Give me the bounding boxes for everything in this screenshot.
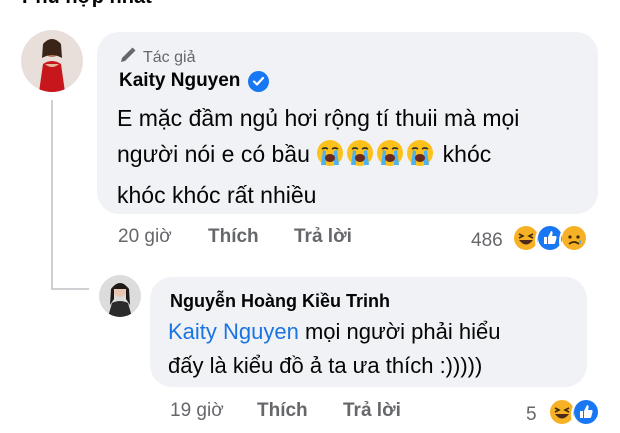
comment-text: E mặc đầm ngủ hơi rộng tí thuii mà mọi n… [117, 100, 587, 213]
pencil-icon [119, 46, 137, 69]
sad-emoji-icon [558, 223, 589, 259]
reply-timestamp[interactable]: 19 giờ [170, 400, 257, 422]
author-badge-label: Tác giả [143, 48, 196, 66]
reply-button[interactable]: Trả lời [294, 226, 352, 248]
comment-bubble: Tác giả Kaity Nguyen E mặc đầm ngủ hơi r… [97, 32, 598, 214]
reply-bubble: Nguyễn Hoàng Kiều Trinh Kaity Nguyen mọi… [150, 277, 587, 387]
comment-actions: 20 giờ Thích Trả lời [118, 226, 352, 248]
reply-reaction-icons[interactable] [546, 397, 601, 433]
comment-reactions[interactable]: 486 [471, 223, 589, 259]
comment-author-name[interactable]: Kaity Nguyen [119, 70, 270, 92]
thread-line-vertical [51, 100, 53, 290]
comment-timestamp[interactable]: 20 giờ [118, 226, 208, 248]
like-emoji-icon [570, 397, 601, 433]
verified-badge-icon [248, 70, 270, 92]
reply-actions: 19 giờ Thích Trả lời [170, 400, 401, 422]
reply-author-name[interactable]: Nguyễn Hoàng Kiều Trinh [170, 291, 390, 312]
reply-reply-button[interactable]: Trả lời [343, 400, 401, 422]
comment-author-name-text[interactable]: Kaity Nguyen [119, 70, 240, 92]
author-avatar[interactable] [21, 30, 83, 92]
reaction-icons[interactable] [510, 223, 589, 259]
comment-text-line-2: người nói e có bầu khóc [117, 136, 587, 177]
loudly-crying-emoji-icon [406, 139, 434, 177]
reply-text-line-2: đấy là kiểu đồ ả ta ưa thích :))))) [168, 353, 483, 378]
reply-text-line-1: Kaity Nguyen mọi người phải hiểu [168, 319, 501, 344]
reply-reactions[interactable]: 5 [526, 397, 601, 433]
loudly-crying-emoji-icon [346, 139, 374, 177]
loudly-crying-emoji-icon [376, 139, 404, 177]
loudly-crying-emoji-icon [316, 139, 344, 177]
reply-like-button[interactable]: Thích [257, 400, 343, 422]
reply-reaction-count[interactable]: 5 [526, 404, 537, 426]
like-button[interactable]: Thích [208, 226, 294, 248]
section-header[interactable]: Phù hợp nhất [22, 0, 152, 9]
reply-author-avatar[interactable] [99, 275, 141, 317]
thread-line-curve [51, 288, 89, 290]
mention-link[interactable]: Kaity Nguyen [168, 319, 299, 344]
comment-text-line-1: E mặc đầm ngủ hơi rộng tí thuii mà mọi [117, 105, 520, 131]
reply-text: Kaity Nguyen mọi người phải hiểu đấy là … [168, 315, 578, 383]
author-badge: Tác giả [119, 46, 195, 69]
reaction-count[interactable]: 486 [471, 230, 503, 252]
comment-text-line-3: khóc khóc rất nhiều [117, 182, 317, 208]
